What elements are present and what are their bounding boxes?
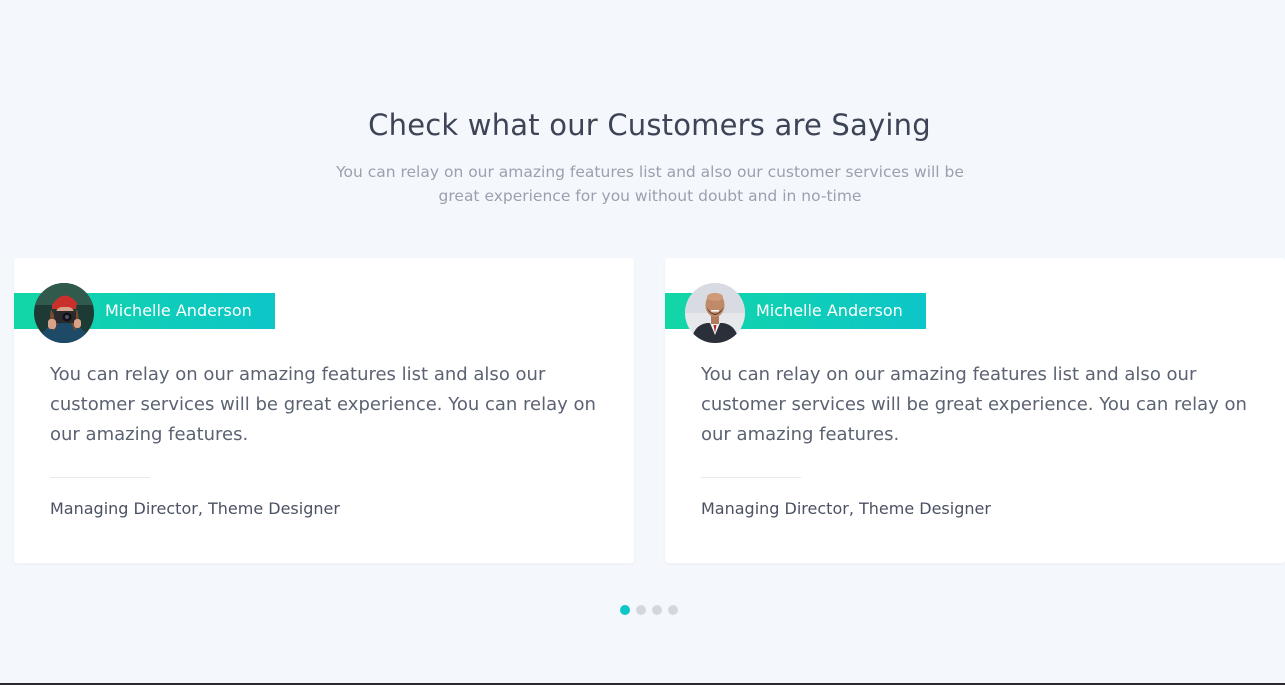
customer-name: Michelle Anderson [105,301,252,320]
customer-role: Managing Director, Theme Designer [50,499,340,518]
carousel-dot-1[interactable] [620,605,630,615]
section-subtitle: You can relay on our amazing features li… [336,163,964,205]
carousel-dot-3[interactable] [652,605,662,615]
customer-role: Managing Director, Theme Designer [701,499,991,518]
testimonial-card: Michelle Anderson You can relay on our a… [14,258,634,563]
carousel-dot-2[interactable] [636,605,646,615]
avatar [34,283,94,343]
testimonials-section: Check what our Customers are Saying You … [0,0,1285,685]
avatar [685,283,745,343]
man-in-suit-avatar-image [685,283,745,343]
carousel-pagination [620,605,678,615]
divider [50,477,150,478]
testimonial-quote: You can relay on our amazing features li… [701,364,1247,445]
customer-name: Michelle Anderson [756,301,903,320]
testimonial-card: Michelle Anderson You can relay on our a… [665,258,1285,563]
section-title: Check what our Customers are Saying [368,108,931,142]
woman-with-camera-avatar-image [34,283,94,343]
divider [701,477,801,478]
testimonial-quote: You can relay on our amazing features li… [50,364,596,445]
carousel-dot-4[interactable] [668,605,678,615]
